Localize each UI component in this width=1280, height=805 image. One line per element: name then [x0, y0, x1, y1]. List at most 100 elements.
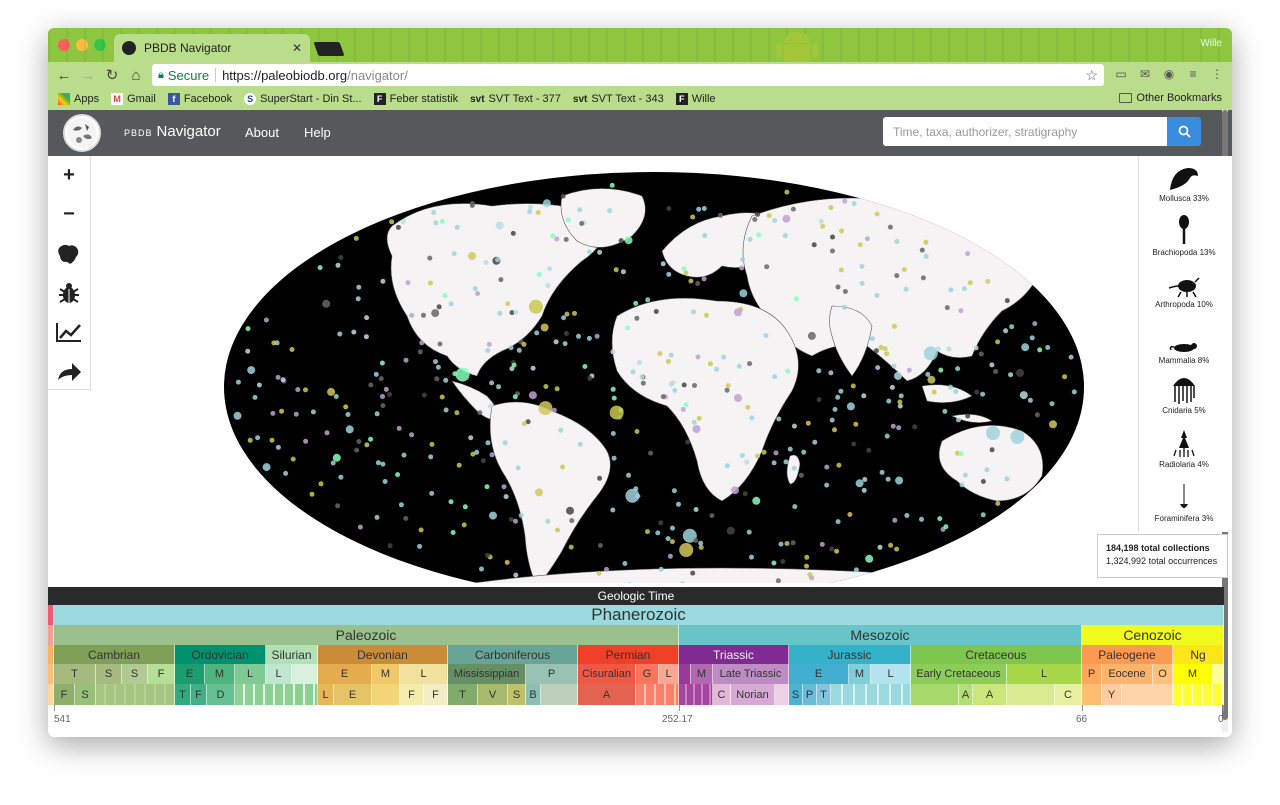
collection-dot[interactable]	[455, 367, 470, 382]
collection-dot[interactable]	[543, 384, 549, 389]
collection-dot[interactable]	[403, 516, 409, 521]
collection-dot[interactable]	[625, 325, 631, 331]
bookmark-facebook[interactable]: f Facebook	[167, 93, 232, 105]
epoch-series2[interactable]: S	[96, 664, 122, 684]
collection-dot[interactable]	[828, 370, 834, 376]
collection-dot[interactable]	[477, 410, 483, 416]
collection-dot[interactable]	[1004, 476, 1010, 482]
age-campanian[interactable]: C	[1055, 684, 1082, 705]
collection-dot[interactable]	[864, 236, 870, 242]
collection-dot[interactable]	[275, 444, 281, 450]
age-frasnian[interactable]: F	[400, 684, 424, 705]
collection-dot[interactable]	[829, 546, 835, 552]
collection-dot[interactable]	[374, 514, 380, 520]
period-cambrian[interactable]: Cambrian	[54, 645, 175, 664]
collection-dot[interactable]	[269, 437, 275, 443]
collection-dot[interactable]	[679, 543, 694, 557]
collection-dot[interactable]	[521, 421, 527, 427]
collection-dot[interactable]	[920, 275, 926, 281]
collection-dot[interactable]	[634, 429, 640, 434]
collection-dot[interactable]	[771, 560, 777, 566]
collection-dot[interactable]	[927, 375, 936, 384]
collection-dot[interactable]	[709, 513, 715, 519]
collection-dot[interactable]	[691, 419, 697, 425]
collection-dot[interactable]	[503, 494, 509, 500]
collection-dot[interactable]	[443, 407, 449, 413]
collection-dot[interactable]	[792, 504, 798, 510]
collection-dot[interactable]	[409, 312, 415, 318]
collection-dot[interactable]	[535, 488, 543, 497]
collection-dot[interactable]	[456, 462, 462, 468]
collection-dot[interactable]	[434, 376, 440, 382]
collection-dot[interactable]	[749, 415, 755, 421]
search-input[interactable]	[883, 117, 1167, 146]
collection-dot[interactable]	[824, 482, 830, 488]
collection-dot[interactable]	[626, 472, 631, 478]
collection-dot[interactable]	[655, 530, 661, 536]
epoch-middle-triassic[interactable]: M	[691, 664, 713, 684]
collection-dot[interactable]	[565, 217, 571, 223]
collection-dot[interactable]	[701, 276, 707, 282]
bookmark-apps[interactable]: Apps	[58, 93, 99, 105]
collection-dot[interactable]	[891, 363, 897, 369]
collection-dot[interactable]	[270, 410, 276, 416]
collection-dot[interactable]	[489, 380, 495, 386]
collection-dot[interactable]	[855, 479, 864, 488]
epoch-llandovery[interactable]: L	[266, 664, 292, 684]
collection-dot[interactable]	[303, 438, 309, 444]
collection-dot[interactable]	[474, 449, 480, 455]
collection-dot[interactable]	[761, 449, 767, 455]
period-ordovician[interactable]: Ordovician	[175, 645, 266, 664]
collection-dot[interactable]	[818, 218, 824, 224]
bookmark-star-icon[interactable]: ☆	[1085, 67, 1098, 84]
collection-dot[interactable]	[891, 323, 897, 329]
collection-dot[interactable]	[696, 415, 702, 421]
collection-dot[interactable]	[965, 251, 971, 257]
collection-dot[interactable]	[597, 543, 603, 548]
collection-dot[interactable]	[835, 394, 841, 400]
collection-dot[interactable]	[356, 439, 362, 444]
collection-dot[interactable]	[409, 432, 415, 438]
collection-dot[interactable]	[923, 346, 938, 361]
age-paleocene-stages[interactable]	[1082, 684, 1102, 705]
tab-close-icon[interactable]: ✕	[292, 41, 302, 55]
collection-dot[interactable]	[884, 433, 890, 439]
collection-dot[interactable]	[691, 309, 697, 315]
collection-dot[interactable]	[485, 348, 491, 353]
collection-dot[interactable]	[698, 544, 704, 550]
collection-dot[interactable]	[978, 351, 984, 357]
collection-dot[interactable]	[897, 399, 903, 405]
collection-dot[interactable]	[639, 374, 645, 380]
collection-dot[interactable]	[235, 379, 241, 385]
collection-dot[interactable]	[790, 206, 796, 212]
collection-dot[interactable]	[791, 465, 797, 471]
period-triassic[interactable]: Triassic	[679, 645, 789, 664]
collection-dot[interactable]	[878, 344, 884, 350]
epoch-middle-jurassic[interactable]: M	[849, 664, 871, 684]
buffer-icon[interactable]: ≡	[1186, 67, 1200, 81]
collection-dot[interactable]	[906, 367, 912, 373]
collection-dot[interactable]	[693, 507, 699, 512]
epoch-miocene[interactable]: M	[1173, 664, 1213, 684]
collection-dot[interactable]	[318, 481, 324, 487]
collection-dot[interactable]	[389, 219, 395, 225]
age-eocene-oligocene-stages[interactable]	[1122, 684, 1173, 705]
collection-dot[interactable]	[622, 561, 628, 566]
bookmark-superstart[interactable]: S SuperStart - Din St...	[244, 93, 362, 105]
collection-dot[interactable]	[690, 214, 696, 220]
collection-dot[interactable]	[937, 516, 943, 522]
collection-dot[interactable]	[676, 501, 681, 507]
collection-dot[interactable]	[421, 312, 426, 318]
collection-dot[interactable]	[433, 220, 439, 226]
collection-dot[interactable]	[874, 292, 880, 298]
collection-dot[interactable]	[688, 278, 694, 284]
collection-dot[interactable]	[483, 260, 489, 265]
taxon-mammalia[interactable]: Mammalia 8%	[1139, 336, 1229, 365]
bookmark-svt-343[interactable]: svt SVT Text - 343	[573, 93, 664, 105]
collection-dot[interactable]	[429, 490, 435, 496]
collection-dot[interactable]	[355, 296, 361, 302]
collection-dot[interactable]	[330, 460, 336, 466]
collection-dot[interactable]	[685, 439, 691, 445]
collection-dot[interactable]	[263, 317, 269, 323]
age-triassic-early-stages[interactable]	[679, 684, 713, 705]
